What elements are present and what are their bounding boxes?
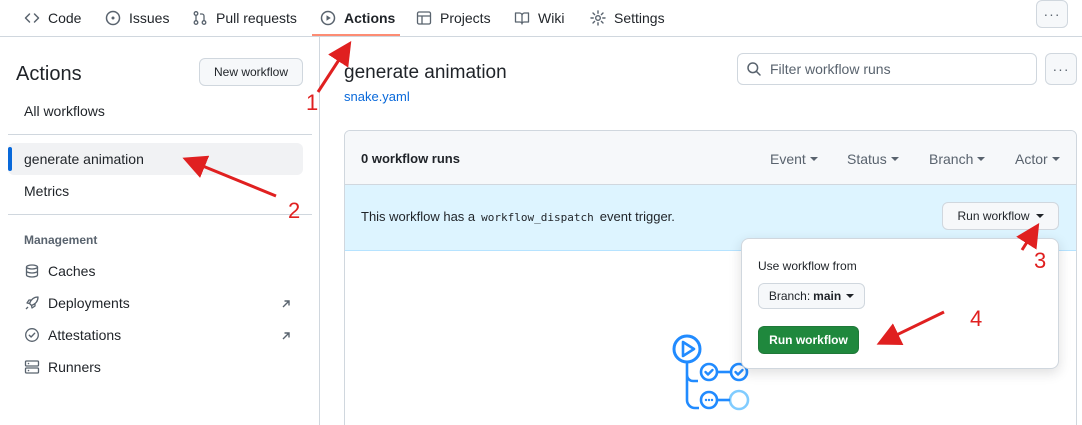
table-icon — [416, 11, 432, 25]
sidebar-title: Actions — [16, 63, 82, 85]
caret-down-icon — [1035, 214, 1044, 218]
caret-down-icon — [977, 157, 986, 161]
external-link-icon — [282, 332, 290, 340]
tab-label: Projects — [440, 10, 491, 26]
tab-label: Actions — [344, 10, 396, 26]
rocket-icon — [25, 296, 39, 310]
filter-actor-dropdown[interactable]: Actor — [1015, 151, 1060, 167]
selected-indicator — [8, 147, 12, 171]
run-workflow-dropdown-button[interactable]: Run workflow — [942, 202, 1059, 230]
runs-header: 0 workflow runs Event Status Branch Acto… — [345, 131, 1076, 185]
tab-issues[interactable]: Issues — [105, 0, 169, 36]
run-workflow-label: Run workflow — [957, 209, 1030, 223]
caret-down-icon — [1051, 157, 1060, 161]
cache-icon — [25, 264, 39, 278]
more-options-button[interactable]: ··· — [1036, 0, 1068, 28]
annotation-number-2: 2 — [288, 198, 301, 223]
new-workflow-button[interactable]: New workflow — [199, 58, 303, 86]
sidebar-divider — [8, 214, 312, 215]
runs-count: 0 workflow runs — [361, 151, 460, 166]
dropdown-label: Actor — [1015, 151, 1048, 167]
server-icon — [24, 360, 40, 374]
tab-pull-requests[interactable]: Pull requests — [192, 0, 297, 36]
dropdown-label: Branch — [929, 151, 974, 167]
sidebar-item-metrics[interactable]: Metrics — [24, 183, 69, 199]
workflow-file-link[interactable]: snake.yaml — [344, 89, 410, 104]
dropdown-label: Status — [847, 151, 887, 167]
actions-sidebar: Actions New workflow All workflows gener… — [0, 37, 320, 425]
dispatch-code: workflow_dispatch — [481, 211, 594, 224]
verified-icon — [25, 328, 39, 342]
dispatch-text: This workflow has a workflow_dispatch ev… — [361, 209, 675, 224]
tab-settings[interactable]: Settings — [590, 0, 665, 36]
gear-icon — [590, 10, 606, 26]
external-link-icon — [282, 300, 290, 308]
workflow-title: generate animation — [344, 62, 507, 83]
workflow-menu-button[interactable]: ··· — [1045, 53, 1077, 85]
search-icon — [747, 62, 761, 76]
book-icon — [514, 12, 530, 25]
dropdown-label: Event — [770, 151, 806, 167]
tab-wiki[interactable]: Wiki — [514, 0, 564, 36]
repo-nav: Code Issues Pull requests Actions Projec… — [0, 0, 1082, 37]
tab-code[interactable]: Code — [24, 0, 81, 36]
sidebar-item-runners[interactable]: Runners — [24, 359, 101, 375]
branch-value: main — [813, 289, 842, 303]
sidebar-item-deployments[interactable]: Deployments — [24, 295, 130, 311]
tab-label: Settings — [614, 10, 665, 26]
play-icon — [320, 10, 336, 26]
sidebar-item-label: Runners — [48, 359, 101, 375]
annotation-number-3: 3 — [1034, 248, 1047, 273]
management-heading: Management — [24, 233, 98, 247]
issue-icon — [105, 10, 121, 26]
caret-down-icon — [809, 157, 818, 161]
dispatch-suffix: event trigger. — [599, 209, 675, 224]
filter-event-dropdown[interactable]: Event — [770, 151, 818, 167]
sidebar-item-label: Caches — [48, 263, 96, 279]
caret-down-icon — [846, 294, 855, 298]
sidebar-item-attestations[interactable]: Attestations — [24, 327, 121, 343]
branch-prefix: Branch: — [768, 289, 811, 303]
filter-runs-field[interactable] — [737, 53, 1037, 85]
sidebar-item-all-workflows[interactable]: All workflows — [24, 103, 105, 119]
filter-status-dropdown[interactable]: Status — [847, 151, 899, 167]
active-tab-indicator — [312, 34, 400, 36]
sidebar-item-label: Deployments — [48, 295, 130, 311]
use-workflow-from-label: Use workflow from — [758, 259, 857, 273]
branch-select-button[interactable]: Branch: main — [758, 283, 865, 309]
caret-down-icon — [890, 157, 899, 161]
pull-request-icon — [193, 11, 207, 25]
tab-label: Pull requests — [216, 10, 297, 26]
tab-label: Issues — [129, 10, 170, 26]
filter-branch-dropdown[interactable]: Branch — [929, 151, 986, 167]
filter-runs-input[interactable] — [770, 61, 1020, 77]
tab-label: Code — [48, 10, 82, 26]
sidebar-item-caches[interactable]: Caches — [24, 263, 95, 279]
run-workflow-popover: Use workflow from Branch: main Run workf… — [741, 238, 1059, 369]
annotation-number-1: 1 — [306, 90, 319, 115]
annotation-number-4: 4 — [970, 306, 983, 331]
sidebar-item-generate-animation[interactable]: generate animation — [24, 151, 144, 167]
code-icon — [24, 13, 40, 23]
tab-projects[interactable]: Projects — [416, 0, 491, 36]
tab-actions[interactable]: Actions — [320, 0, 395, 36]
sidebar-divider — [8, 134, 312, 135]
sidebar-item-label: Attestations — [48, 327, 122, 343]
dispatch-prefix: This workflow has a — [361, 209, 476, 224]
tab-label: Wiki — [538, 10, 565, 26]
run-workflow-submit-button[interactable]: Run workflow — [758, 326, 859, 354]
